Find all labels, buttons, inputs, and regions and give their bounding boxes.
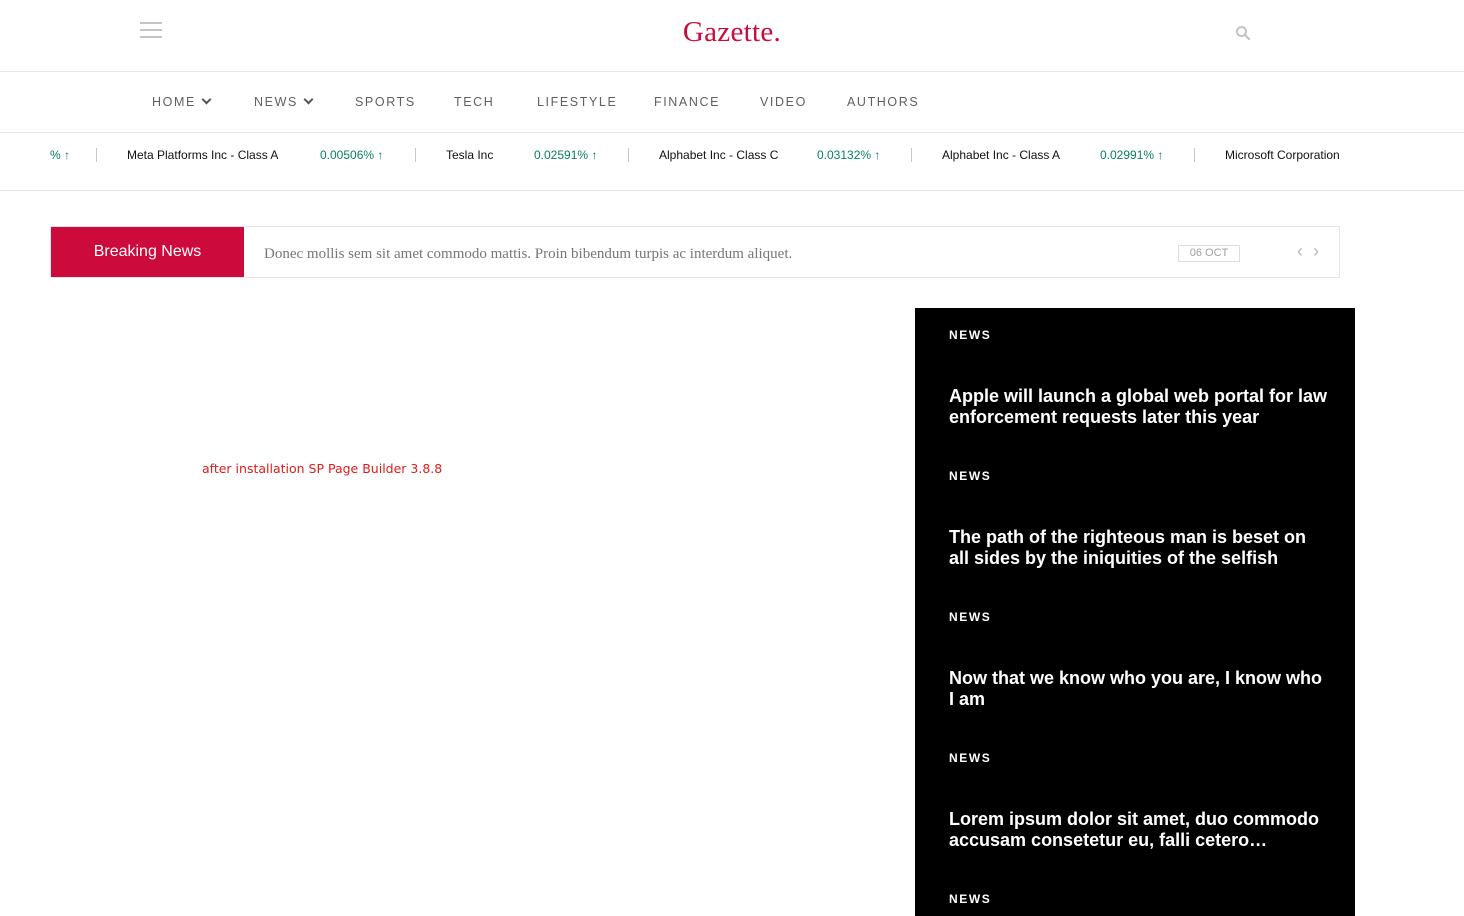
nav-item-sports[interactable]: SPORTS bbox=[355, 72, 416, 132]
news-category-label[interactable]: NEWS bbox=[949, 751, 991, 765]
chevron-down-icon bbox=[303, 94, 314, 105]
breaking-news-date: 06 OCT bbox=[1178, 245, 1240, 262]
ticker-divider bbox=[911, 148, 912, 162]
chevron-down-icon bbox=[201, 94, 212, 105]
news-title[interactable]: The path of the righteous man is beset o… bbox=[949, 527, 1329, 569]
breaking-news-headline[interactable]: Donec mollis sem sit amet commodo mattis… bbox=[264, 227, 792, 281]
ticker-stock-name[interactable]: Microsoft Corporation bbox=[1225, 133, 1340, 190]
nav-item-video[interactable]: VIDEO bbox=[760, 72, 807, 132]
annotation-note: after installation SP Page Builder 3.8.8 bbox=[202, 461, 443, 476]
ticker-divider bbox=[96, 148, 97, 162]
ticker-stock-name[interactable]: Tesla Inc bbox=[446, 133, 493, 190]
site-header: Gazette. bbox=[0, 0, 1464, 72]
arrow-up-icon: ↑ bbox=[874, 148, 881, 162]
ticker-divider bbox=[415, 148, 416, 162]
breaking-news-label: Breaking News bbox=[51, 227, 244, 277]
news-category-label[interactable]: NEWS bbox=[949, 328, 991, 342]
arrow-up-icon: ↑ bbox=[1157, 148, 1164, 162]
nav-item-home[interactable]: HOME bbox=[152, 72, 212, 132]
arrow-up-icon: ↑ bbox=[377, 148, 384, 162]
search-icon[interactable] bbox=[1235, 25, 1251, 41]
news-category-label[interactable]: NEWS bbox=[949, 892, 991, 906]
breaking-news-bar: Breaking News Donec mollis sem sit amet … bbox=[50, 226, 1340, 278]
ticker-stock-change: 0.03132% ↑ bbox=[817, 148, 881, 162]
arrow-up-icon: ↑ bbox=[591, 148, 598, 162]
ticker-stock-change: 0.00506% ↑ bbox=[320, 148, 384, 162]
nav-item-news[interactable]: NEWS bbox=[254, 72, 314, 132]
ticker-partial-item: % ↑ bbox=[50, 148, 71, 162]
ticker-stock-name[interactable]: Alphabet Inc - Class A bbox=[942, 133, 1060, 190]
nav-item-authors[interactable]: AUTHORS bbox=[847, 72, 919, 132]
nav-item-tech[interactable]: TECH bbox=[454, 72, 494, 132]
news-title[interactable]: Apple will launch a global web portal fo… bbox=[949, 386, 1329, 428]
ticker-divider bbox=[628, 148, 629, 162]
chevron-left-icon[interactable]: ‹ bbox=[1297, 241, 1303, 261]
news-category-label[interactable]: NEWS bbox=[949, 469, 991, 483]
arrow-up-icon: ↑ bbox=[64, 148, 71, 162]
news-category-label[interactable]: NEWS bbox=[949, 610, 991, 624]
nav-item-finance[interactable]: FINANCE bbox=[654, 72, 720, 132]
main-navigation: HOME NEWS SPORTS TECH LIFESTYLE FINANCE … bbox=[0, 72, 1464, 133]
nav-item-lifestyle[interactable]: LIFESTYLE bbox=[537, 72, 617, 132]
stock-ticker: % ↑ Meta Platforms Inc - Class A 0.00506… bbox=[0, 133, 1464, 191]
news-title[interactable]: Lorem ipsum dolor sit amet, duo commodo … bbox=[949, 809, 1329, 851]
ticker-stock-change: 0.02991% ↑ bbox=[1100, 148, 1164, 162]
ticker-stock-name[interactable]: Meta Platforms Inc - Class A bbox=[127, 133, 278, 190]
ticker-stock-name[interactable]: Alphabet Inc - Class C bbox=[659, 133, 778, 190]
chevron-right-icon[interactable]: › bbox=[1313, 241, 1319, 261]
ticker-divider bbox=[1194, 148, 1195, 162]
news-title[interactable]: Now that we know who you are, I know who… bbox=[949, 668, 1329, 710]
ticker-stock-change: 0.02591% ↑ bbox=[534, 148, 598, 162]
news-side-panel: NEWS Apple will launch a global web port… bbox=[915, 308, 1355, 916]
